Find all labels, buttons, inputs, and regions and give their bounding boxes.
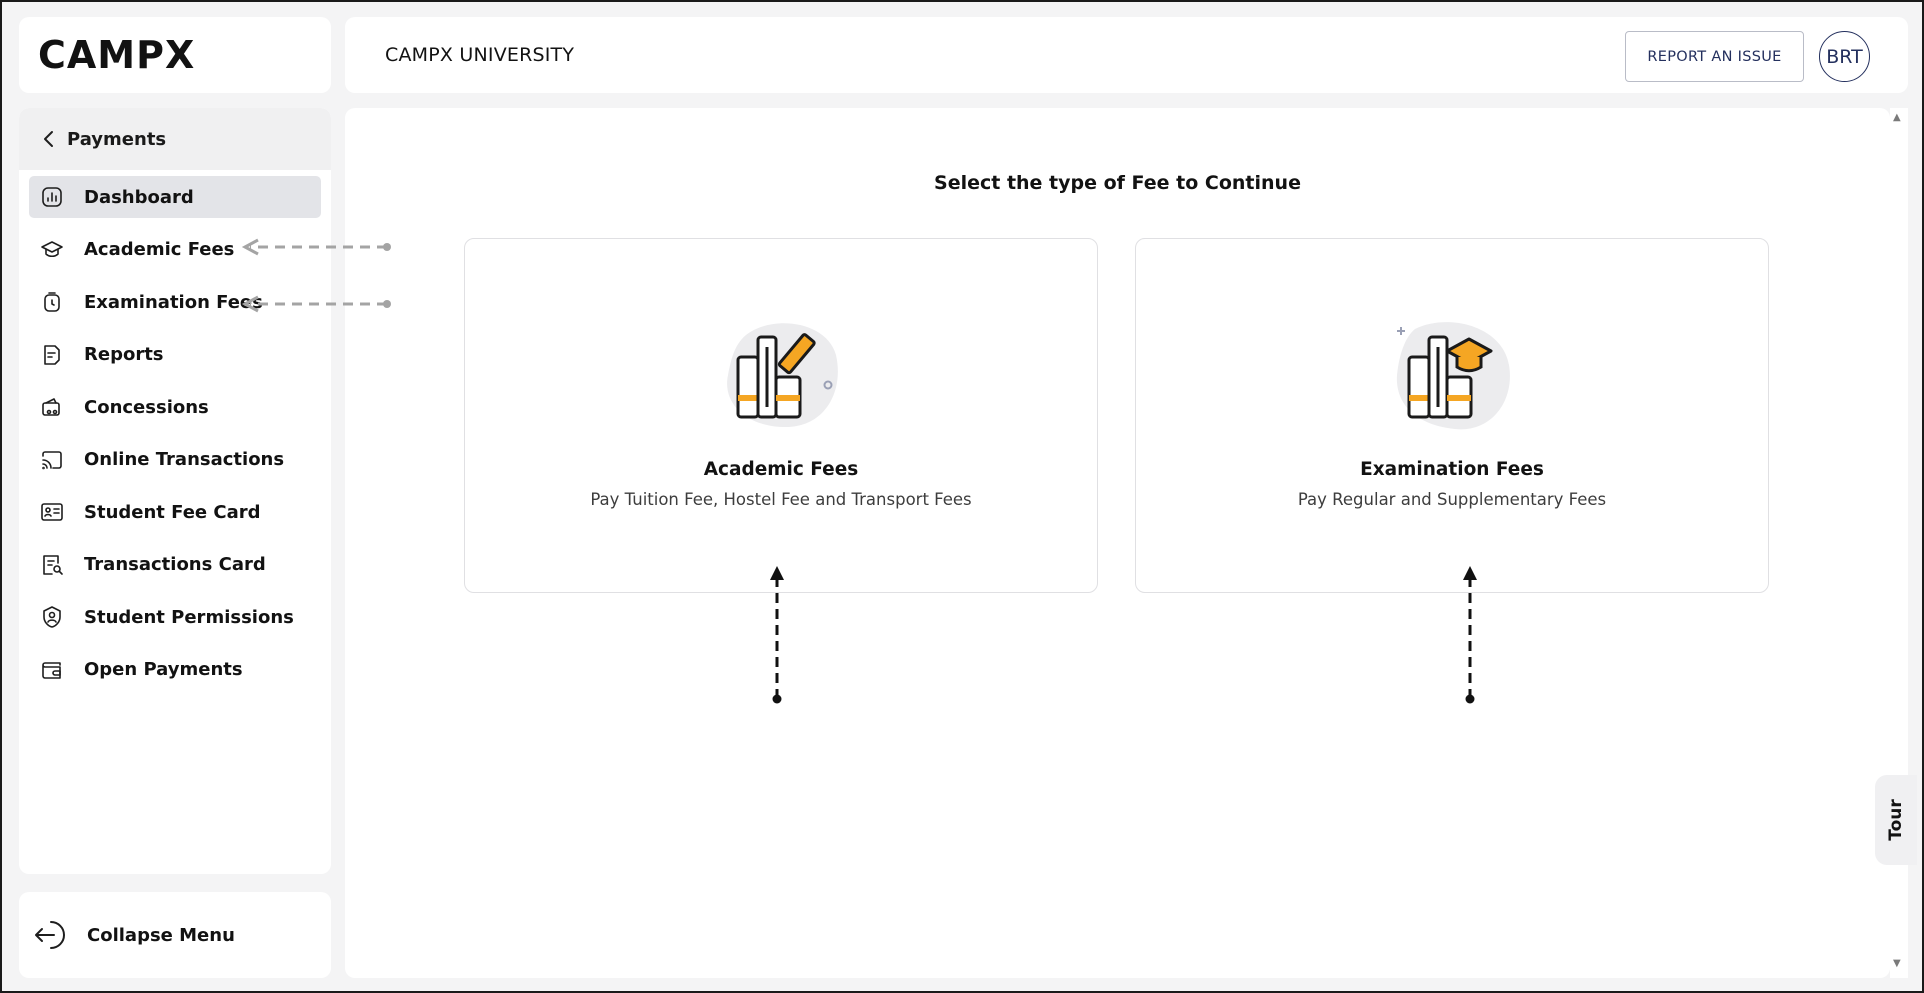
sidebar-item-dashboard[interactable]: Dashboard — [29, 176, 321, 218]
card-title: Examination Fees — [1360, 459, 1544, 480]
examination-fees-card[interactable]: Examination Fees Pay Regular and Supplem… — [1135, 238, 1769, 593]
user-avatar[interactable]: BRT — [1819, 31, 1870, 82]
sidebar-nav: Dashboard Academic Fees Examination Fees… — [19, 170, 331, 691]
sidebar-item-label: Student Permissions — [84, 606, 294, 628]
academic-fees-card[interactable]: Academic Fees Pay Tuition Fee, Hostel Fe… — [464, 238, 1098, 593]
stopwatch-icon — [38, 288, 66, 316]
books-pencil-icon — [727, 323, 838, 427]
sidebar-item-student-fee-card[interactable]: Student Fee Card — [29, 491, 321, 533]
sidebar-item-label: Concessions — [84, 396, 209, 418]
tour-label: Tour — [1885, 799, 1906, 841]
logo-panel: CAMPX — [19, 17, 331, 93]
sidebar-item-open-payments[interactable]: Open Payments — [29, 649, 321, 691]
sidebar-item-label: Reports — [84, 344, 164, 365]
sidebar: Payments Dashboard Academic Fees Examina… — [19, 108, 331, 874]
sidebar-item-concessions[interactable]: Concessions — [29, 386, 321, 428]
back-to-payments[interactable]: Payments — [19, 108, 331, 170]
sidebar-item-label: Student Fee Card — [84, 501, 261, 523]
campx-logo: CAMPX — [38, 33, 196, 77]
sidebar-item-label: Open Payments — [84, 659, 243, 680]
sidebar-item-reports[interactable]: Reports — [29, 334, 321, 376]
sidebar-item-label: Academic Fees — [84, 239, 235, 260]
sidebar-item-transactions-card[interactable]: Transactions Card — [29, 544, 321, 586]
chevron-left-icon — [44, 131, 53, 147]
scroll-down-arrow-icon[interactable]: ▼ — [1893, 958, 1901, 969]
user-shield-icon — [38, 603, 66, 631]
report-issue-button[interactable]: REPORT AN ISSUE — [1625, 31, 1804, 82]
report-icon — [38, 341, 66, 369]
cast-icon — [38, 446, 66, 474]
card-title: Academic Fees — [703, 459, 859, 480]
sidebar-item-online-transactions[interactable]: Online Transactions — [29, 439, 321, 481]
purse-icon — [38, 656, 66, 684]
tour-button[interactable]: Tour — [1875, 775, 1917, 865]
sidebar-item-label: Dashboard — [84, 186, 194, 208]
card-subtitle: Pay Tuition Fee, Hostel Fee and Transpor… — [590, 490, 972, 509]
id-card-icon — [38, 498, 66, 526]
books-graduation-cap-icon — [1396, 322, 1510, 430]
sidebar-item-label: Online Transactions — [84, 449, 285, 470]
sidebar-item-examination-fees[interactable]: Examination Fees — [29, 281, 321, 323]
sidebar-item-academic-fees[interactable]: Academic Fees — [29, 229, 321, 271]
receipt-search-icon — [38, 551, 66, 579]
university-name: CAMPX UNIVERSITY — [385, 44, 575, 66]
page-title: Select the type of Fee to Continue — [934, 172, 1301, 194]
dashboard-icon — [38, 183, 66, 211]
back-label: Payments — [67, 128, 167, 150]
collapse-menu-button[interactable]: Collapse Menu — [19, 892, 331, 978]
scroll-up-arrow-icon[interactable]: ▲ — [1893, 112, 1901, 123]
top-header: CAMPX UNIVERSITY REPORT AN ISSUE BRT — [345, 17, 1908, 93]
collapse-label: Collapse Menu — [87, 924, 235, 946]
main-content: Select the type of Fee to Continue Acade… — [345, 108, 1890, 978]
collapse-arrow-icon — [35, 921, 65, 949]
card-subtitle: Pay Regular and Supplementary Fees — [1297, 490, 1607, 509]
wallet-icon — [38, 393, 66, 421]
sidebar-item-label: Transactions Card — [84, 554, 266, 575]
sidebar-item-student-permissions[interactable]: Student Permissions — [29, 596, 321, 638]
graduation-cap-icon — [38, 236, 66, 264]
sidebar-item-label: Examination Fees — [84, 291, 263, 313]
